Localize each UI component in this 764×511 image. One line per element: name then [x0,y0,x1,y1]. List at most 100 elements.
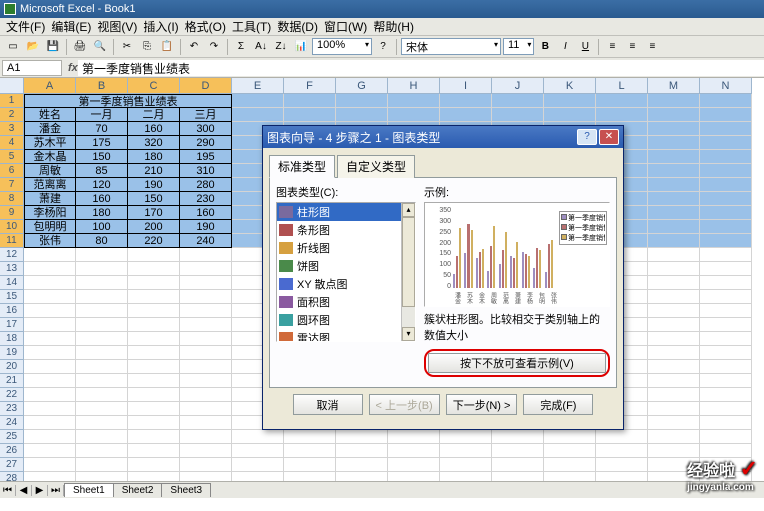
undo-icon[interactable]: ↶ [185,38,203,56]
cell[interactable] [492,458,544,472]
cell[interactable] [700,430,752,444]
row-header[interactable]: 14 [0,276,24,290]
fx-icon[interactable]: fx [64,62,78,74]
cell[interactable] [180,318,232,332]
cell[interactable] [128,346,180,360]
cell[interactable] [700,164,752,178]
chart-type-item[interactable]: 面积图 [277,293,415,311]
cell[interactable] [76,388,128,402]
align-center-icon[interactable]: ≡ [623,38,641,56]
cell[interactable]: 210 [128,164,180,178]
cell[interactable] [648,164,700,178]
menu-file[interactable]: 文件(F) [4,17,47,36]
cell[interactable] [284,444,336,458]
copy-icon[interactable]: ⎘ [138,38,156,56]
tab-custom-types[interactable]: 自定义类型 [337,155,415,178]
cell[interactable] [76,402,128,416]
cell[interactable] [76,262,128,276]
cell[interactable] [492,108,544,122]
cell[interactable] [700,192,752,206]
open-icon[interactable]: 📂 [24,38,42,56]
sort-asc-icon[interactable]: A↓ [252,38,270,56]
cell[interactable] [128,388,180,402]
cell[interactable] [700,332,752,346]
cell[interactable] [700,122,752,136]
back-button[interactable]: < 上一步(B) [369,394,440,415]
cell[interactable] [76,332,128,346]
cell[interactable] [648,290,700,304]
cell[interactable] [24,346,76,360]
cell[interactable] [700,360,752,374]
cell[interactable] [700,108,752,122]
cell[interactable]: 240 [180,234,232,248]
cell[interactable] [76,304,128,318]
cell[interactable] [336,430,388,444]
cell[interactable] [232,430,284,444]
bold-icon[interactable]: B [536,38,554,56]
italic-icon[interactable]: I [556,38,574,56]
cell[interactable] [180,290,232,304]
cell[interactable] [648,94,700,108]
cell[interactable] [76,248,128,262]
column-header[interactable]: L [596,78,648,94]
cell[interactable] [440,108,492,122]
preview-icon[interactable]: 🔍 [91,38,109,56]
paste-icon[interactable]: 📋 [158,38,176,56]
cell[interactable] [700,178,752,192]
cell[interactable]: 三月 [180,108,232,122]
cell[interactable] [492,430,544,444]
menu-view[interactable]: 视图(V) [95,17,139,36]
chart-type-item[interactable]: 条形图 [277,221,415,239]
cell[interactable]: 85 [76,164,128,178]
cell[interactable]: 175 [76,136,128,150]
column-header[interactable]: I [440,78,492,94]
row-header[interactable]: 26 [0,444,24,458]
chart-type-listbox[interactable]: 柱形图条形图折线图饼图XY 散点图面积图圆环图雷达图曲面图 ▴ ▾ [276,202,416,342]
cell[interactable] [440,94,492,108]
redo-icon[interactable]: ↷ [205,38,223,56]
font-combo[interactable]: 宋体 [401,38,501,55]
cell[interactable] [24,360,76,374]
chart-type-item[interactable]: 折线图 [277,239,415,257]
cell[interactable] [336,108,388,122]
cell[interactable]: 金木晶 [24,150,76,164]
cell[interactable] [388,430,440,444]
cell[interactable] [284,94,336,108]
cell[interactable] [648,192,700,206]
cell[interactable]: 195 [180,150,232,164]
cell[interactable] [128,416,180,430]
cell[interactable] [128,360,180,374]
cell[interactable] [596,108,648,122]
cell[interactable]: 范离离 [24,178,76,192]
cell[interactable] [24,262,76,276]
cell[interactable] [232,94,284,108]
cell[interactable] [180,402,232,416]
menu-data[interactable]: 数据(D) [275,17,320,36]
cell[interactable] [700,290,752,304]
cell[interactable] [180,444,232,458]
cell[interactable]: 160 [128,122,180,136]
cell[interactable] [596,444,648,458]
cell[interactable] [284,458,336,472]
cell[interactable] [648,122,700,136]
cell[interactable]: 张伟 [24,234,76,248]
listbox-scrollbar[interactable]: ▴ ▾ [401,203,415,341]
cell[interactable] [128,402,180,416]
cell[interactable] [76,318,128,332]
cell[interactable] [180,276,232,290]
cell[interactable]: 一月 [76,108,128,122]
cell[interactable] [180,262,232,276]
size-combo[interactable]: 11 [503,38,534,55]
cell[interactable] [700,94,752,108]
cell[interactable] [648,332,700,346]
underline-icon[interactable]: U [576,38,594,56]
cell[interactable] [180,458,232,472]
cell[interactable]: 160 [180,206,232,220]
cell[interactable] [128,262,180,276]
cell[interactable] [388,444,440,458]
cell[interactable] [648,360,700,374]
cell[interactable] [700,220,752,234]
row-header[interactable]: 24 [0,416,24,430]
cell[interactable] [24,388,76,402]
formula-input[interactable]: 第一季度销售业绩表 [78,60,764,76]
